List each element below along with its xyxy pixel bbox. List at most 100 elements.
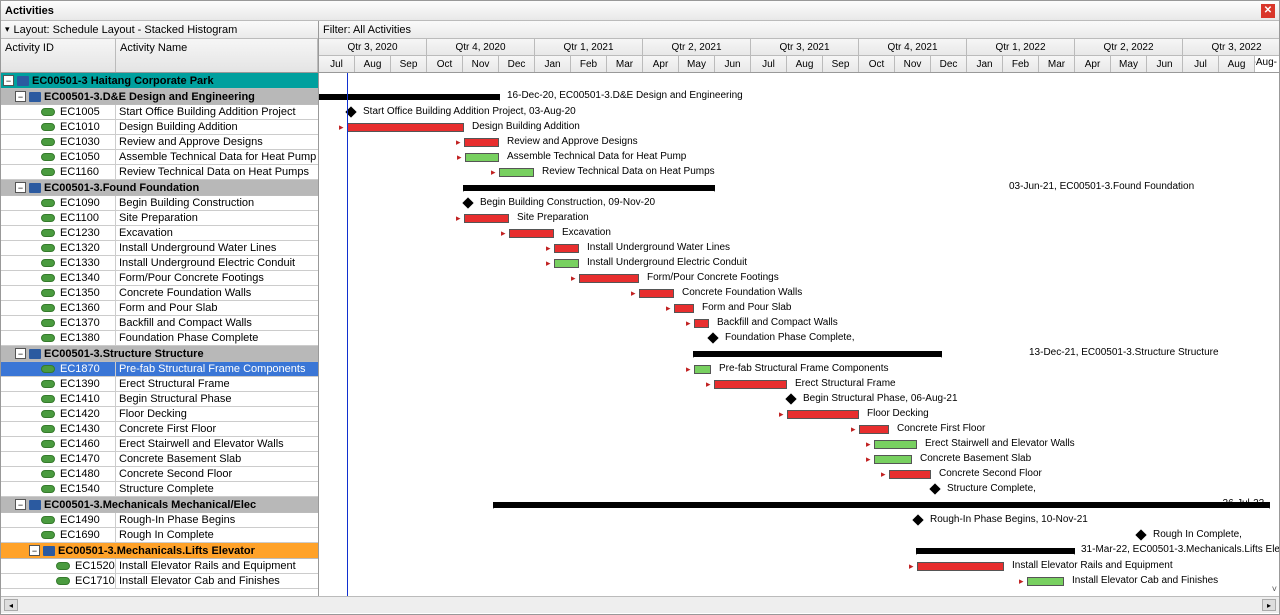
month-header[interactable]: Oct: [859, 56, 895, 73]
task-bar[interactable]: [347, 123, 464, 132]
task-bar[interactable]: [579, 274, 639, 283]
milestone[interactable]: [785, 393, 796, 404]
gantt-chart[interactable]: ˅ 16-Dec-20, EC00501-3.D&E Design and En…: [319, 73, 1279, 596]
month-header[interactable]: Feb: [571, 56, 607, 73]
summary-bar[interactable]: [464, 185, 714, 191]
filter-bar[interactable]: Filter: All Activities: [319, 21, 1279, 39]
scroll-left-icon[interactable]: ◂: [4, 599, 18, 611]
activity-row[interactable]: EC1390Erect Structural Frame: [1, 377, 318, 392]
layout-selector[interactable]: ▾ Layout: Schedule Layout - Stacked Hist…: [1, 21, 318, 39]
month-header[interactable]: Mar: [607, 56, 643, 73]
activity-row[interactable]: EC1480Concrete Second Floor: [1, 467, 318, 482]
activity-row[interactable]: EC1030Review and Approve Designs: [1, 135, 318, 150]
task-bar[interactable]: [694, 365, 711, 374]
task-bar[interactable]: [714, 380, 787, 389]
activity-row[interactable]: EC1430Concrete First Floor: [1, 422, 318, 437]
task-bar[interactable]: [694, 319, 709, 328]
collapse-icon[interactable]: −: [15, 348, 26, 359]
task-bar[interactable]: [464, 214, 509, 223]
col-activity-id[interactable]: Activity ID: [1, 39, 116, 72]
activity-row[interactable]: EC1360Form and Pour Slab: [1, 301, 318, 316]
month-header[interactable]: Jun: [715, 56, 751, 73]
collapse-icon[interactable]: −: [15, 499, 26, 510]
activity-row[interactable]: EC1330Install Underground Electric Condu…: [1, 256, 318, 271]
close-icon[interactable]: ✕: [1261, 4, 1275, 18]
task-bar[interactable]: [509, 229, 554, 238]
quarter-header[interactable]: Qtr 2, 2022: [1075, 39, 1183, 56]
wbs-row[interactable]: −EC00501-3.Mechanicals.Lifts Elevator: [1, 543, 318, 559]
activity-row[interactable]: EC1490Rough-In Phase Begins: [1, 513, 318, 528]
summary-bar[interactable]: [319, 94, 499, 100]
activity-row[interactable]: EC1540Structure Complete: [1, 482, 318, 497]
task-bar[interactable]: [554, 244, 579, 253]
activity-row[interactable]: EC1005Start Office Building Addition Pro…: [1, 105, 318, 120]
milestone[interactable]: [1135, 529, 1146, 540]
milestone[interactable]: [707, 332, 718, 343]
task-bar[interactable]: [859, 425, 889, 434]
task-bar[interactable]: [465, 153, 499, 162]
month-header[interactable]: Apr: [1075, 56, 1111, 73]
col-activity-name[interactable]: Activity Name: [116, 39, 318, 72]
activity-row[interactable]: EC1160Review Technical Data on Heat Pump…: [1, 165, 318, 180]
milestone[interactable]: [929, 483, 940, 494]
quarter-header[interactable]: Qtr 3, 2020: [319, 39, 427, 56]
collapse-icon[interactable]: −: [29, 545, 40, 556]
month-header[interactable]: Aug: [787, 56, 823, 73]
activity-row[interactable]: EC1340Form/Pour Concrete Footings: [1, 271, 318, 286]
task-bar[interactable]: [464, 138, 499, 147]
month-header[interactable]: Sep: [823, 56, 859, 73]
activity-row[interactable]: EC1870Pre-fab Structural Frame Component…: [1, 362, 318, 377]
activity-row[interactable]: EC1520Install Elevator Rails and Equipme…: [1, 559, 318, 574]
summary-bar[interactable]: [494, 502, 1269, 508]
month-header[interactable]: Jun: [1147, 56, 1183, 73]
activity-row[interactable]: EC1370Backfill and Compact Walls: [1, 316, 318, 331]
month-header[interactable]: May: [1111, 56, 1147, 73]
quarter-header[interactable]: Qtr 2, 2021: [643, 39, 751, 56]
month-header[interactable]: Mar: [1039, 56, 1075, 73]
month-header[interactable]: Jul: [319, 56, 355, 73]
month-header[interactable]: Dec: [499, 56, 535, 73]
task-bar[interactable]: [674, 304, 694, 313]
activity-row[interactable]: EC1100Site Preparation: [1, 211, 318, 226]
activity-row[interactable]: EC1460Erect Stairwell and Elevator Walls: [1, 437, 318, 452]
summary-bar[interactable]: [917, 548, 1074, 554]
activity-row[interactable]: EC1710Install Elevator Cab and Finishes: [1, 574, 318, 589]
month-header[interactable]: Oct: [427, 56, 463, 73]
task-bar[interactable]: [499, 168, 534, 177]
activity-row[interactable]: EC1050Assemble Technical Data for Heat P…: [1, 150, 318, 165]
collapse-icon[interactable]: −: [3, 75, 14, 86]
summary-bar[interactable]: [694, 351, 941, 357]
task-bar[interactable]: [917, 562, 1004, 571]
month-header[interactable]: Jan: [967, 56, 1003, 73]
month-header[interactable]: Sep: [391, 56, 427, 73]
activity-row[interactable]: EC1690Rough In Complete: [1, 528, 318, 543]
month-header[interactable]: Nov: [463, 56, 499, 73]
task-bar[interactable]: [874, 440, 917, 449]
milestone[interactable]: [462, 197, 473, 208]
activity-row[interactable]: EC1470Concrete Basement Slab: [1, 452, 318, 467]
activity-row[interactable]: EC1380Foundation Phase Complete: [1, 331, 318, 346]
month-header[interactable]: Aug: [355, 56, 391, 73]
wbs-row[interactable]: −EC00501-3.D&E Design and Engineering: [1, 89, 318, 105]
activity-tree[interactable]: −EC00501-3 Haitang Corporate Park−EC0050…: [1, 73, 318, 596]
month-header[interactable]: Nov: [895, 56, 931, 73]
horizontal-scrollbar[interactable]: ◂ ▸: [1, 596, 1279, 613]
collapse-icon[interactable]: −: [15, 182, 26, 193]
quarter-header[interactable]: Qtr 4, 2020: [427, 39, 535, 56]
task-bar[interactable]: [639, 289, 674, 298]
activity-row[interactable]: EC1420Floor Decking: [1, 407, 318, 422]
task-bar[interactable]: [787, 410, 859, 419]
wbs-row[interactable]: −EC00501-3 Haitang Corporate Park: [1, 73, 318, 89]
activity-row[interactable]: EC1090Begin Building Construction: [1, 196, 318, 211]
milestone[interactable]: [912, 514, 923, 525]
wbs-row[interactable]: −EC00501-3.Found Foundation: [1, 180, 318, 196]
month-header[interactable]: Jul: [751, 56, 787, 73]
task-bar[interactable]: [1027, 577, 1064, 586]
activity-row[interactable]: EC1410Begin Structural Phase: [1, 392, 318, 407]
month-header[interactable]: Jan: [535, 56, 571, 73]
activity-row[interactable]: EC1350Concrete Foundation Walls: [1, 286, 318, 301]
month-header[interactable]: Dec: [931, 56, 967, 73]
wbs-row[interactable]: −EC00501-3.Structure Structure: [1, 346, 318, 362]
month-header[interactable]: May: [679, 56, 715, 73]
task-bar[interactable]: [874, 455, 912, 464]
